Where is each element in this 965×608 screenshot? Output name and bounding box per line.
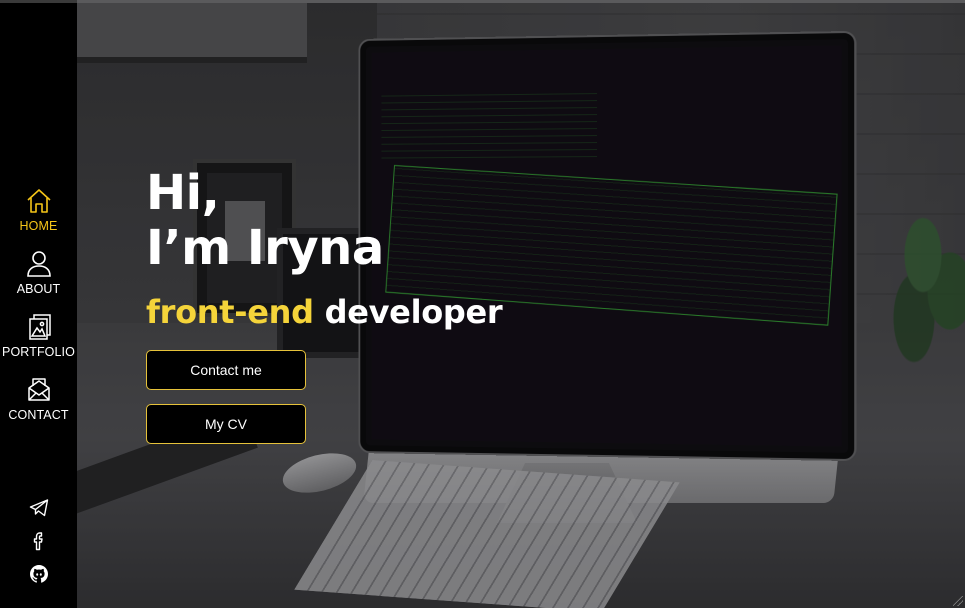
- facebook-icon: [29, 531, 49, 551]
- social-links: [0, 491, 77, 590]
- hero-role: front-end developer: [146, 294, 502, 330]
- user-icon: [25, 250, 53, 278]
- nav-item-portfolio[interactable]: PORTFOLIO: [0, 313, 77, 376]
- role-rest: developer: [325, 293, 503, 331]
- greeting-line-1: Hi,: [146, 165, 219, 221]
- portfolio-icon: [25, 313, 53, 341]
- sidebar-nav: HOME ABOUT PORTFOLIO CONTACT: [0, 187, 77, 439]
- my-cv-button[interactable]: My CV: [146, 404, 306, 444]
- nav-label-contact: CONTACT: [8, 408, 68, 422]
- facebook-link[interactable]: [0, 524, 77, 557]
- nav-label-portfolio: PORTFOLIO: [2, 345, 75, 359]
- sidebar: HOME ABOUT PORTFOLIO CONTACT: [0, 0, 77, 608]
- nav-label-about: ABOUT: [17, 282, 61, 296]
- home-icon: [25, 187, 53, 215]
- telegram-icon: [29, 498, 49, 518]
- greeting-line-2: I’m Iryna: [146, 220, 384, 276]
- hero-content: Hi, I’m Iryna front-end developer Contac…: [146, 166, 502, 330]
- contact-icon: [25, 376, 53, 404]
- nav-label-home: HOME: [20, 219, 58, 233]
- nav-item-contact[interactable]: CONTACT: [0, 376, 77, 439]
- nav-item-home[interactable]: HOME: [0, 187, 77, 250]
- github-link[interactable]: [0, 557, 77, 590]
- contact-me-button[interactable]: Contact me: [146, 350, 306, 390]
- nav-item-about[interactable]: ABOUT: [0, 250, 77, 313]
- hero-greeting: Hi, I’m Iryna: [146, 166, 502, 276]
- role-accent: front-end: [146, 293, 314, 331]
- github-icon: [29, 564, 49, 584]
- telegram-link[interactable]: [0, 491, 77, 524]
- resize-handle-icon[interactable]: [953, 596, 963, 606]
